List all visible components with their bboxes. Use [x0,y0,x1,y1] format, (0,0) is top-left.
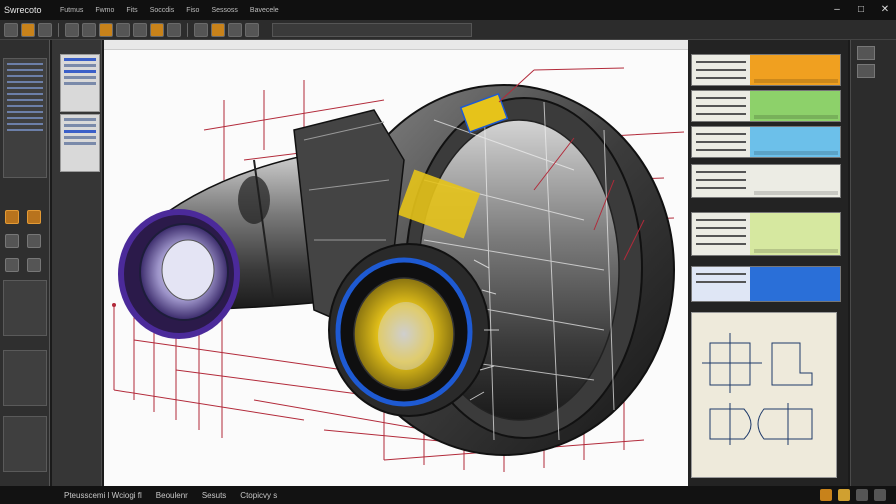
document-tab[interactable] [272,22,472,37]
sketch-preview-panel[interactable] [691,312,837,478]
pan-icon[interactable] [228,22,242,37]
status-item: Ctopicvy s [240,490,278,500]
menu-item[interactable]: Sessoss [211,7,237,14]
display-mode-icon[interactable] [857,46,875,60]
status-item: Pteusscemi l Wciogi fl [64,490,142,500]
save-icon[interactable] [38,22,52,37]
menu-item[interactable]: Futmus [60,7,83,14]
property-card[interactable] [691,90,841,122]
sketch-preview [702,333,813,445]
title-bar: Swrecoto Futmus Fwmo Fits Soccdis Fiso S… [0,0,896,20]
property-card[interactable] [691,54,841,86]
redo-icon[interactable] [82,22,96,37]
menu-item[interactable]: Fits [126,7,137,14]
viewport-header [104,40,688,50]
property-card[interactable] [691,266,841,302]
menu-item[interactable]: Soccdis [150,7,175,14]
minimize-button[interactable]: – [830,3,844,17]
menu-item[interactable]: Bavecele [250,7,279,14]
new-file-icon[interactable] [4,22,18,37]
toolbar-divider [187,22,188,37]
app-title: Swrecoto [4,5,42,15]
status-bar: Pteusscemi l Wciogi fl Beoulenr Sesuts C… [0,486,896,504]
undo-icon[interactable] [65,22,79,37]
ortho-icon[interactable] [856,489,868,501]
section-view-icon[interactable] [245,22,259,37]
close-button[interactable]: ✕ [878,3,892,17]
property-card[interactable] [691,212,841,256]
menu-bar: Futmus Fwmo Fits Soccdis Fiso Sessoss Ba… [60,7,279,14]
menu-item[interactable]: Fiso [186,7,199,14]
circle-icon[interactable] [27,234,41,248]
status-item: Sesuts [201,490,227,500]
right-properties-panel [688,40,848,486]
window-controls: – □ ✕ [830,3,892,17]
measure-icon[interactable] [167,22,181,37]
line-icon[interactable] [27,210,41,224]
mirror-icon[interactable] [27,258,41,272]
status-icons [820,489,886,501]
arc-icon[interactable] [5,234,19,248]
status-item: Beoulenr [155,490,188,500]
properties-panel [52,40,102,486]
far-right-toolbar [850,40,896,486]
maximize-button[interactable]: □ [854,3,868,17]
rotate-view-icon[interactable] [194,22,208,37]
view-cube-icon[interactable] [857,64,875,78]
property-box[interactable] [60,54,100,112]
extrude-icon[interactable] [116,22,130,37]
open-folder-icon[interactable] [21,22,35,37]
main-toolbar [0,20,896,40]
revolve-icon[interactable] [133,22,147,37]
fillet-icon[interactable] [150,22,164,37]
part-thumbnail[interactable] [3,416,47,472]
left-tool-palette [0,40,50,486]
units-icon[interactable] [874,489,886,501]
grid-icon[interactable] [838,489,850,501]
zoom-icon[interactable] [211,22,225,37]
model-viewport[interactable] [104,40,688,486]
menu-item[interactable]: Fwmo [95,7,114,14]
pencil-icon[interactable] [5,210,19,224]
cad-model[interactable] [104,40,688,486]
sketch-icon[interactable] [99,22,113,37]
feature-tree[interactable] [3,58,47,178]
part-thumbnail[interactable] [3,350,47,406]
property-card[interactable] [691,126,841,158]
part-thumbnail[interactable] [3,280,47,336]
trim-icon[interactable] [5,258,19,272]
property-box[interactable] [60,114,100,172]
property-card[interactable] [691,164,841,198]
snap-icon[interactable] [820,489,832,501]
toolbar-divider [58,22,59,37]
